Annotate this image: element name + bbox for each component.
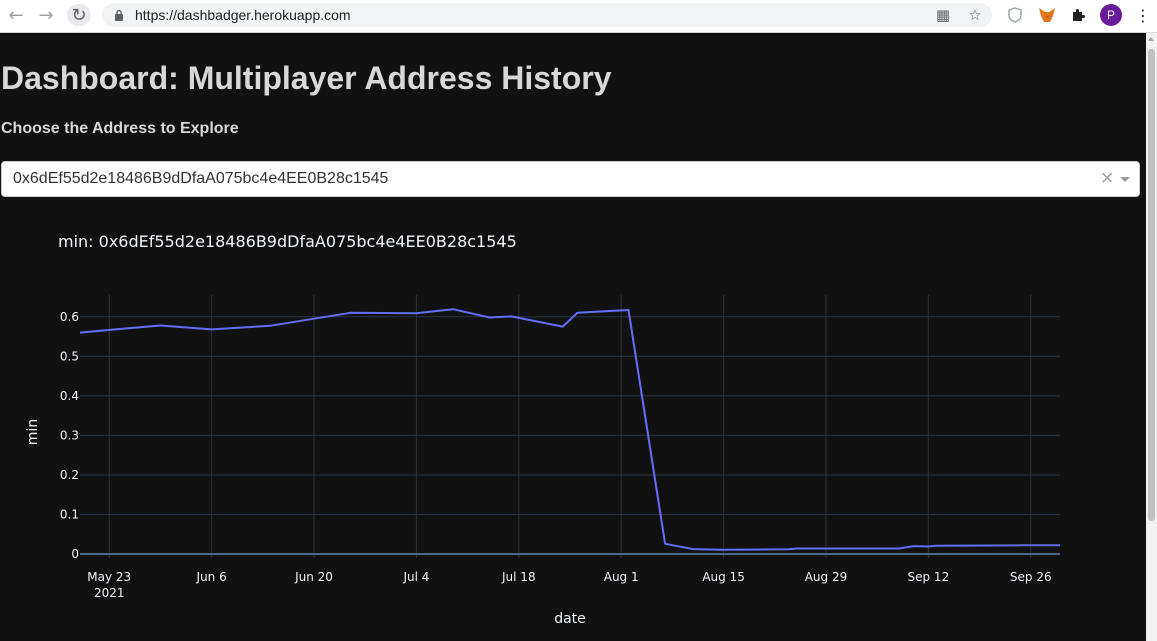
y-axis-title: min (25, 419, 41, 445)
x-tick-label: May 23 (87, 570, 131, 584)
y-tick-label: 0.4 (60, 389, 79, 403)
x-grid (108, 295, 1032, 558)
avatar-letter: P (1106, 8, 1115, 22)
x-tick-label: Aug 1 (604, 570, 639, 584)
x-tick-label: Aug 15 (702, 570, 745, 584)
url-text[interactable]: https://dashbadger.herokuapp.com (135, 7, 351, 23)
x-tick-label: Aug 29 (805, 570, 848, 584)
x-axis-ticks: May 23 2021 Jun 6 Jun 20 Jul 4 Jul 18 Aug 1 Aug… (87, 570, 1051, 600)
chevron-down-icon[interactable] (1120, 177, 1130, 182)
scroll-up-arrow-icon[interactable] (1148, 37, 1154, 41)
reload-icon[interactable]: ↻ (67, 4, 91, 26)
page-scrollbar[interactable] (1146, 33, 1157, 641)
address-dropdown[interactable]: 0x6dEf55d2e18486B9dDfaA075bc4e4EE0B28c15… (1, 161, 1140, 197)
x-tick-label: Jun 20 (294, 570, 333, 584)
puzzle-extensions-icon[interactable] (1068, 4, 1090, 26)
y-axis-ticks: 0 0.1 0.2 0.3 0.4 0.5 0.6 (60, 310, 79, 561)
profile-avatar[interactable]: P (1100, 4, 1122, 26)
scroll-thumb[interactable] (1148, 49, 1155, 521)
address-dropdown-label: Choose the Address to Explore (1, 120, 239, 137)
x-axis-title: date (554, 611, 586, 627)
metamask-fox-icon[interactable] (1036, 4, 1058, 26)
y-tick-label: 0.5 (60, 349, 79, 363)
x-tick-label: Jul 4 (402, 570, 429, 584)
lock-icon (115, 9, 123, 21)
y-tick-label: 0.3 (60, 428, 79, 442)
qr-code-icon[interactable]: ▦ (934, 6, 952, 24)
shield-extension-icon[interactable] (1004, 4, 1026, 26)
kebab-menu-icon[interactable]: ⋮ (1132, 4, 1154, 26)
x-tick-label: Jun 6 (196, 570, 227, 584)
x-tick-label: Sep 12 (908, 570, 950, 584)
address-bar[interactable]: https://dashbadger.herokuapp.com ▦ ☆ (102, 3, 992, 27)
y-grid (80, 316, 1060, 556)
y-tick-label: 0.2 (60, 468, 79, 482)
y-tick-label: 0.6 (60, 310, 79, 324)
address-dropdown-value: 0x6dEf55d2e18486B9dDfaA075bc4e4EE0B28c15… (13, 170, 389, 187)
browser-toolbar: ← → ↻ https://dashbadger.herokuapp.com ▦… (0, 0, 1157, 33)
forward-arrow-icon[interactable]: → (34, 4, 58, 26)
x-tick-label: Sep 26 (1010, 570, 1052, 584)
page-title: Dashboard: Multiplayer Address History (1, 60, 612, 96)
clear-selection-icon[interactable]: × (1100, 168, 1114, 188)
x-tick-sublabel: 2021 (94, 586, 125, 600)
x-tick-label: Jul 18 (501, 570, 536, 584)
series-line[interactable] (79, 308, 1060, 551)
star-icon[interactable]: ☆ (966, 6, 984, 24)
y-tick-label: 0 (71, 547, 79, 561)
back-arrow-icon[interactable]: ← (4, 4, 28, 26)
series-layer (79, 308, 1060, 551)
y-tick-label: 0.1 (60, 507, 79, 521)
line-chart: May 23 2021 Jun 6 Jun 20 Jul 4 Jul 18 Aug 1 Aug… (25, 232, 1060, 627)
chart-title: min: 0x6dEf55d2e18486B9dDfaA075bc4e4EE0B… (58, 232, 517, 251)
